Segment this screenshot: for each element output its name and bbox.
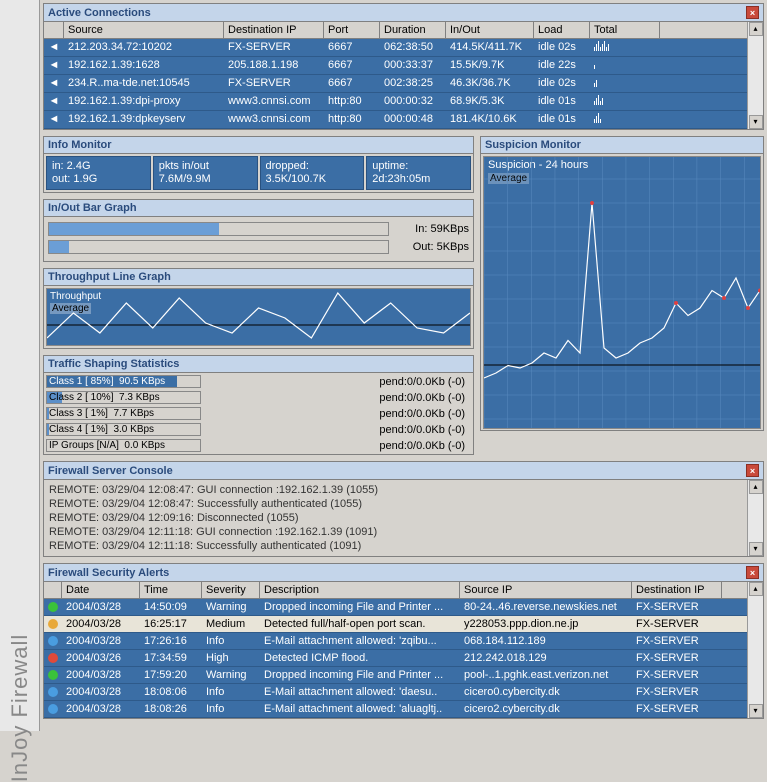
table-row[interactable]: ◄234.R..ma-tde.net:10545FX-SERVER6667002… bbox=[44, 75, 747, 93]
info-box-inout: in: 2.4Gout: 1.9G bbox=[46, 156, 151, 190]
severity-icon bbox=[48, 619, 58, 629]
close-icon[interactable]: × bbox=[746, 566, 759, 579]
scroll-down-icon[interactable]: ▾ bbox=[749, 542, 763, 556]
shape-row[interactable]: IP Groups [N/A] 0.0 KBpspend:0/0.0Kb (-0… bbox=[46, 438, 471, 453]
arrow-left-icon: ◄ bbox=[44, 57, 64, 74]
console-line: REMOTE: 03/29/04 12:11:18: GUI connectio… bbox=[49, 525, 742, 539]
arrow-left-icon: ◄ bbox=[44, 39, 64, 56]
arrow-left-icon: ◄ bbox=[44, 93, 64, 110]
close-icon[interactable]: × bbox=[746, 464, 759, 477]
shape-row[interactable]: Class 1 [ 85%] 90.5 KBpspend:0/0.0Kb (-0… bbox=[46, 374, 471, 389]
alert-row[interactable]: 2004/03/2817:26:16InfoE-Mail attachment … bbox=[44, 633, 747, 650]
panel-title: In/Out Bar Graph bbox=[48, 202, 137, 214]
console-line: REMOTE: 03/29/04 12:08:47: Successfully … bbox=[49, 497, 742, 511]
scroll-down-icon[interactable]: ▾ bbox=[749, 115, 763, 129]
bar-in-label: In: 59KBps bbox=[389, 223, 469, 235]
arrow-left-icon: ◄ bbox=[44, 75, 64, 92]
console-line: REMOTE: 03/29/04 12:08:47: GUI connectio… bbox=[49, 483, 742, 497]
scrollbar[interactable]: ▴ ▾ bbox=[747, 582, 763, 718]
scrollbar[interactable]: ▴ ▾ bbox=[747, 480, 763, 556]
panel-console: Firewall Server Console × REMOTE: 03/29/… bbox=[43, 461, 764, 557]
panel-title: Active Connections bbox=[48, 7, 151, 19]
alerts-header[interactable]: Date Time Severity Description Source IP… bbox=[44, 582, 747, 599]
severity-icon bbox=[48, 670, 58, 680]
panel-alerts: Firewall Security Alerts × Date Time Sev… bbox=[43, 563, 764, 719]
alert-row[interactable]: 2004/03/2816:25:17MediumDetected full/ha… bbox=[44, 616, 747, 633]
panel-connections: Active Connections × Source Destination … bbox=[43, 3, 764, 130]
info-box-dropped: dropped:3.5K/100.7K bbox=[260, 156, 365, 190]
info-box-pkts: pkts in/out7.6M/9.9M bbox=[153, 156, 258, 190]
severity-icon bbox=[48, 636, 58, 646]
suspicion-chart: Suspicion - 24 hours Average bbox=[483, 156, 761, 429]
table-row[interactable]: ◄192.162.1.39:dpi-proxywww3.cnnsi.comhtt… bbox=[44, 93, 747, 111]
severity-icon bbox=[48, 653, 58, 663]
alert-row[interactable]: 2004/03/2818:08:06InfoE-Mail attachment … bbox=[44, 684, 747, 701]
app-sidebar: InJoy Firewall bbox=[0, 0, 40, 731]
table-row[interactable]: ◄192.162.1.39:dpkeyservwww3.cnnsi.comhtt… bbox=[44, 111, 747, 129]
bar-out-label: Out: 5KBps bbox=[389, 241, 469, 253]
info-box-uptime: uptime:2d:23h:05m bbox=[366, 156, 471, 190]
arrow-left-icon: ◄ bbox=[44, 111, 64, 128]
panel-title: Info Monitor bbox=[48, 139, 112, 151]
alert-row[interactable]: 2004/03/2814:50:09WarningDropped incomin… bbox=[44, 599, 747, 616]
scroll-down-icon[interactable]: ▾ bbox=[749, 704, 763, 718]
panel-title: Throughput Line Graph bbox=[48, 271, 171, 283]
scroll-up-icon[interactable]: ▴ bbox=[749, 480, 763, 494]
console-output: REMOTE: 03/29/04 12:08:47: GUI connectio… bbox=[44, 480, 747, 556]
severity-icon bbox=[48, 602, 58, 612]
severity-icon bbox=[48, 687, 58, 697]
connections-header[interactable]: Source Destination IP Port Duration In/O… bbox=[44, 22, 747, 39]
shape-row[interactable]: Class 2 [ 10%] 7.3 KBpspend:0/0.0Kb (-0) bbox=[46, 390, 471, 405]
panel-title: Suspicion Monitor bbox=[485, 139, 581, 151]
table-row[interactable]: ◄192.162.1.39:1628205.188.1.1986667000:3… bbox=[44, 57, 747, 75]
severity-icon bbox=[48, 704, 58, 714]
shape-row[interactable]: Class 4 [ 1%] 3.0 KBpspend:0/0.0Kb (-0) bbox=[46, 422, 471, 437]
throughput-chart: Throughput Average bbox=[46, 288, 471, 346]
shape-row[interactable]: Class 3 [ 1%] 7.7 KBpspend:0/0.0Kb (-0) bbox=[46, 406, 471, 421]
alert-row[interactable]: 2004/03/2617:34:59HighDetected ICMP floo… bbox=[44, 650, 747, 667]
panel-title: Traffic Shaping Statistics bbox=[48, 358, 179, 370]
panel-shaping: Traffic Shaping Statistics Class 1 [ 85%… bbox=[43, 355, 474, 455]
panel-suspicion: Suspicion Monitor Suspicion - 24 hours A… bbox=[480, 136, 764, 431]
panel-title: Firewall Server Console bbox=[48, 465, 173, 477]
alert-row[interactable]: 2004/03/2818:08:26InfoE-Mail attachment … bbox=[44, 701, 747, 718]
table-row[interactable]: ◄212.203.34.72:10202FX-SERVER6667062:38:… bbox=[44, 39, 747, 57]
console-line: REMOTE: 03/29/04 12:09:16: Disconnected … bbox=[49, 511, 742, 525]
panel-throughput: Throughput Line Graph Throughput Average bbox=[43, 268, 474, 349]
panel-info: Info Monitor in: 2.4Gout: 1.9G pkts in/o… bbox=[43, 136, 474, 193]
app-title: InJoy Firewall bbox=[7, 634, 33, 782]
panel-title: Firewall Security Alerts bbox=[48, 567, 169, 579]
alert-row[interactable]: 2004/03/2817:59:20WarningDropped incomin… bbox=[44, 667, 747, 684]
close-icon[interactable]: × bbox=[746, 6, 759, 19]
panel-bargraph: In/Out Bar Graph In: 59KBps Out: 5KBps bbox=[43, 199, 474, 262]
scrollbar[interactable]: ▴ ▾ bbox=[747, 22, 763, 129]
console-line: REMOTE: 03/29/04 12:11:18: Successfully … bbox=[49, 539, 742, 553]
scroll-up-icon[interactable]: ▴ bbox=[749, 582, 763, 596]
scroll-up-icon[interactable]: ▴ bbox=[749, 22, 763, 36]
